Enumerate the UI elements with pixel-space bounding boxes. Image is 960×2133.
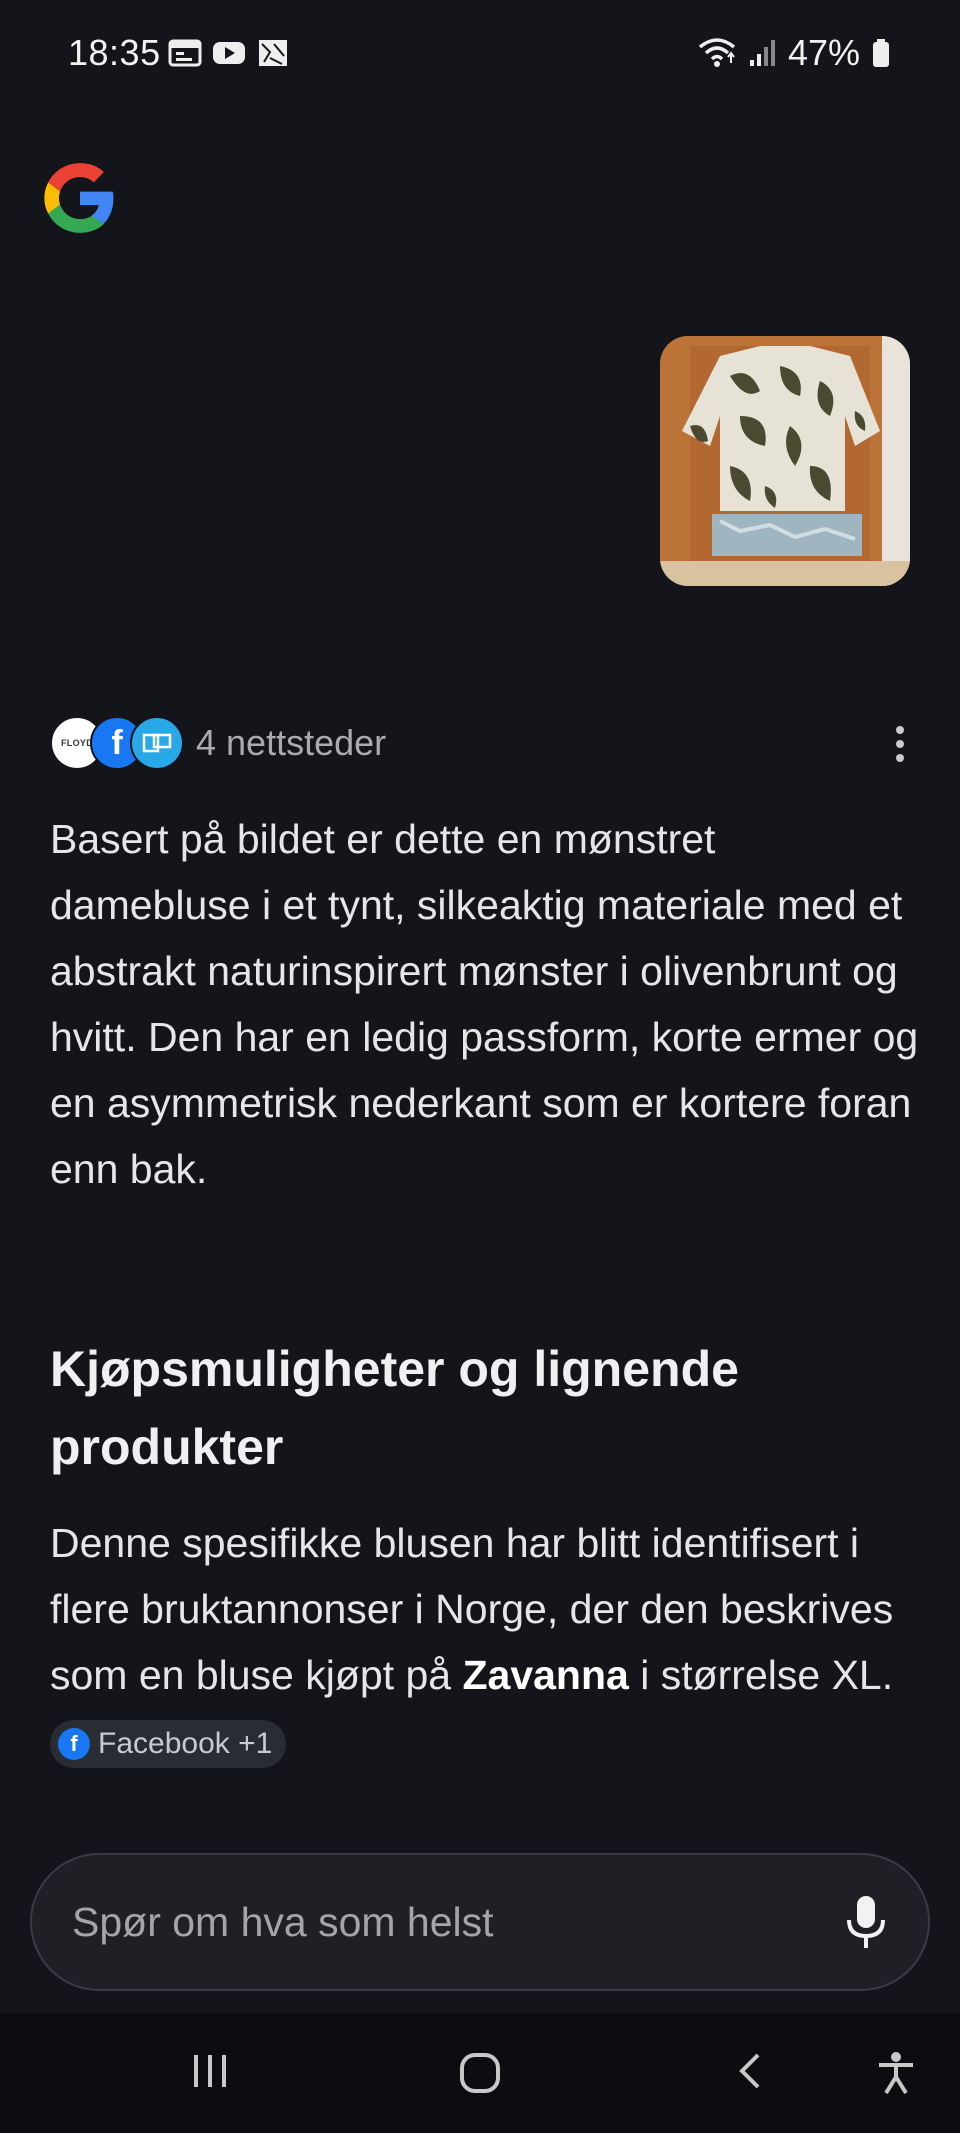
recent-apps-icon[interactable] bbox=[190, 2051, 230, 2091]
calendar-icon bbox=[168, 39, 202, 67]
blouse-photo bbox=[660, 336, 910, 586]
system-nav-bar bbox=[0, 2013, 960, 2133]
youtube-icon bbox=[213, 42, 245, 64]
answer-paragraph: Basert på bildet er dette en mønstret da… bbox=[50, 816, 919, 1192]
status-right: 47% bbox=[698, 32, 890, 74]
sources-row[interactable]: FLOYD f 4 nettsteder bbox=[50, 716, 910, 770]
blue-site-icon bbox=[130, 716, 184, 770]
notification-icons bbox=[168, 38, 290, 68]
uploaded-image[interactable] bbox=[660, 336, 910, 586]
accessibility-icon[interactable] bbox=[876, 2051, 916, 2095]
detail-paragraph: Denne spesifikke blusen har blitt identi… bbox=[50, 1510, 920, 1774]
sources-count: 4 nettsteder bbox=[196, 722, 387, 763]
mic-icon[interactable] bbox=[844, 1894, 888, 1950]
back-icon[interactable] bbox=[734, 2051, 764, 2091]
brand-name: Zavanna bbox=[462, 1652, 629, 1698]
status-bar: 18:35 47% bbox=[0, 0, 960, 110]
battery-icon bbox=[873, 39, 889, 67]
status-time: 18:35 bbox=[68, 32, 161, 73]
source-chip-label: Facebook +1 bbox=[98, 1727, 273, 1761]
search-input[interactable]: Spør om hva som helst bbox=[72, 1899, 844, 1946]
facebook-icon: f bbox=[58, 1728, 90, 1761]
battery-percentage: 47% bbox=[787, 32, 860, 73]
detail-text-after: i størrelse XL. bbox=[628, 1652, 894, 1698]
google-logo bbox=[44, 163, 114, 233]
home-icon[interactable] bbox=[458, 2051, 502, 2095]
source-icons: FLOYD f bbox=[50, 716, 184, 770]
more-vert-icon[interactable] bbox=[890, 724, 910, 764]
search-bar[interactable]: Spør om hva som helst bbox=[30, 1853, 930, 1991]
source-chip-facebook[interactable]: f Facebook +1 bbox=[50, 1720, 287, 1769]
wifi-icon bbox=[698, 38, 736, 67]
section-heading: Kjøpsmuligheter og lignende produkter bbox=[50, 1341, 739, 1475]
signal-icon bbox=[749, 40, 775, 66]
gallery-icon bbox=[259, 40, 287, 66]
